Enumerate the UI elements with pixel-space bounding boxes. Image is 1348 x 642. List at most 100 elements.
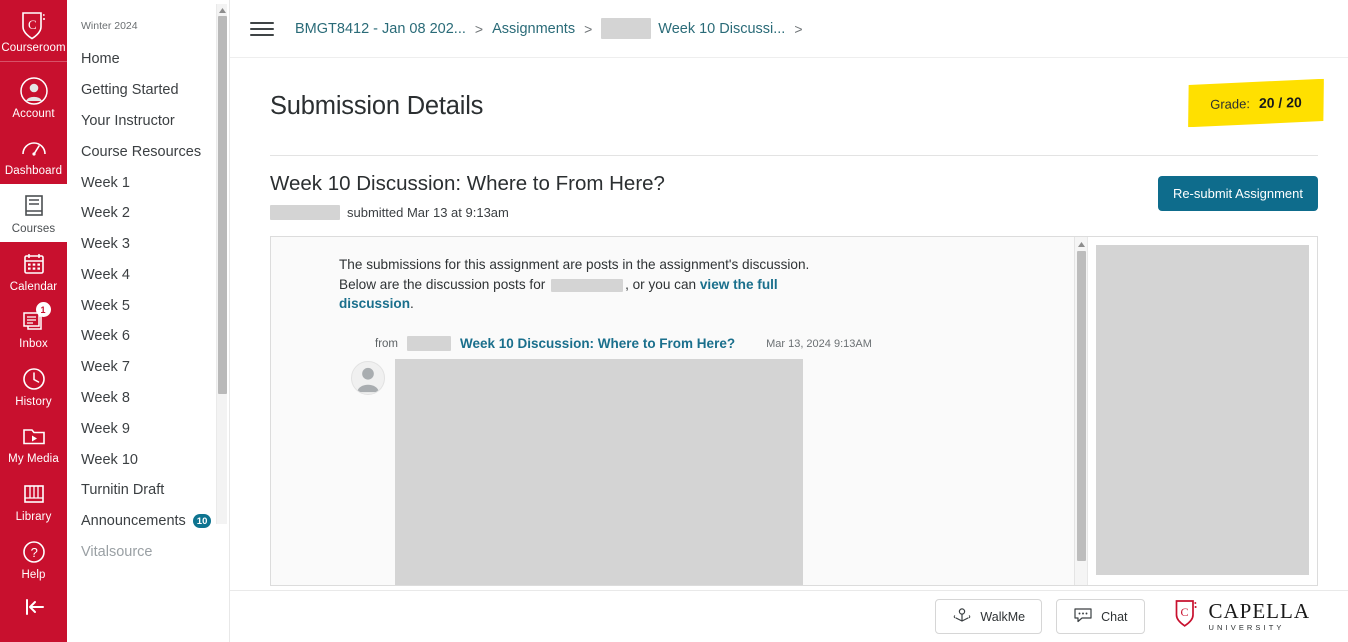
- walkme-button[interactable]: WalkMe: [935, 599, 1043, 634]
- breadcrumb-separator-icon: >: [474, 20, 484, 37]
- course-nav-item-week-5[interactable]: Week 5: [67, 290, 229, 321]
- grade-highlight-badge: Grade: 20 / 20: [1188, 79, 1324, 128]
- capella-university-logo: C CAPELLA UNIVERSITY: [1173, 598, 1311, 635]
- global-nav-courses[interactable]: Courses: [0, 183, 67, 242]
- discussion-post-body: [339, 359, 1074, 585]
- svg-text:?: ?: [30, 545, 37, 560]
- user-circle-icon: [19, 76, 49, 106]
- course-nav-item-week-6[interactable]: Week 6: [67, 321, 229, 352]
- global-nav-label: My Media: [8, 453, 59, 466]
- intro-part-2: , or you can: [625, 276, 697, 292]
- course-nav-label: Course Resources: [81, 143, 202, 160]
- course-nav-item-your-instructor[interactable]: Your Instructor: [67, 106, 229, 137]
- breadcrumb-redacted-block: [601, 18, 652, 39]
- page-title: Submission Details: [270, 92, 484, 120]
- hamburger-menu-icon[interactable]: [250, 19, 274, 39]
- clock-icon: [19, 364, 49, 394]
- course-nav-label: Home: [81, 51, 120, 68]
- global-nav-dashboard[interactable]: Dashboard: [0, 126, 67, 184]
- global-nav-help[interactable]: ? Help: [0, 530, 67, 588]
- course-navigation-menu: Winter 2024 Home Getting Started Your In…: [67, 0, 230, 642]
- scroll-up-arrow-icon[interactable]: [1076, 239, 1087, 250]
- course-nav-label: Getting Started: [81, 82, 179, 99]
- announcements-badge: 10: [192, 514, 212, 529]
- global-nav-label: Calendar: [9, 280, 58, 293]
- course-nav-item-week-10[interactable]: Week 10: [67, 444, 229, 475]
- course-nav-label: Week 6: [81, 328, 130, 345]
- main-content-area: BMGT8412 - Jan 08 202... > Assignments >…: [230, 0, 1348, 642]
- global-nav-label: Help: [21, 568, 46, 581]
- breadcrumb: BMGT8412 - Jan 08 202... > Assignments >…: [230, 0, 1348, 58]
- submitted-text: submitted Mar 13 at 9:13am: [347, 205, 509, 220]
- scroll-up-arrow-icon[interactable]: [217, 5, 228, 16]
- global-nav-calendar[interactable]: Calendar: [0, 242, 67, 300]
- course-nav-item-course-resources[interactable]: Course Resources: [67, 136, 229, 167]
- submitted-line: submitted Mar 13 at 9:13am: [270, 205, 665, 220]
- discussion-post-title-link[interactable]: Week 10 Discussion: Where to From Here?: [460, 336, 735, 351]
- submission-details-page: C Courseroom Account Dashboard Courses C…: [0, 0, 1348, 642]
- grade-value: 20 / 20: [1258, 94, 1302, 111]
- course-nav-item-week-3[interactable]: Week 3: [67, 229, 229, 260]
- chat-button[interactable]: Chat: [1056, 599, 1145, 634]
- global-nav-account[interactable]: Account: [0, 62, 67, 127]
- course-nav-item-home[interactable]: Home: [67, 44, 229, 75]
- discussion-preview: The submissions for this assignment are …: [271, 237, 1074, 585]
- course-nav-item-announcements[interactable]: Announcements 10: [67, 506, 229, 537]
- course-nav-item-vitalsource[interactable]: Vitalsource: [67, 537, 229, 568]
- course-nav-scrollbar-thumb[interactable]: [218, 16, 227, 394]
- default-avatar-icon: [351, 361, 385, 396]
- global-nav-my-media[interactable]: My Media: [0, 414, 67, 472]
- global-navigation-sidebar: C Courseroom Account Dashboard Courses C…: [0, 0, 67, 642]
- global-nav-inbox[interactable]: 1 Inbox: [0, 299, 67, 357]
- global-nav-label: Inbox: [19, 338, 48, 351]
- global-nav-label: Courses: [11, 222, 56, 235]
- svg-text:C: C: [1180, 605, 1188, 619]
- course-nav-label: Week 1: [81, 174, 130, 191]
- course-nav-label: Turnitin Draft: [81, 482, 165, 499]
- global-nav-courseroom[interactable]: C Courseroom: [0, 0, 67, 61]
- capella-subtitle: UNIVERSITY: [1208, 623, 1285, 633]
- global-nav-history[interactable]: History: [0, 357, 67, 415]
- course-nav-item-turnitin-draft[interactable]: Turnitin Draft: [67, 475, 229, 506]
- course-nav-label: Week 8: [81, 389, 130, 406]
- course-nav-item-week-9[interactable]: Week 9: [67, 413, 229, 444]
- inbox-icon: 1: [19, 302, 51, 336]
- submission-preview-panel: The submissions for this assignment are …: [270, 236, 1318, 586]
- preview-scrollbar-thumb[interactable]: [1077, 251, 1086, 561]
- course-nav-label: Announcements: [81, 513, 186, 530]
- course-nav-label: Your Instructor: [81, 112, 175, 129]
- course-nav-label: Week 3: [81, 236, 130, 253]
- page-footer: WalkMe Chat C CAPELLA UNIVERSITY: [230, 590, 1348, 642]
- course-nav-item-week-4[interactable]: Week 4: [67, 259, 229, 290]
- resubmit-assignment-button[interactable]: Re-submit Assignment: [1157, 176, 1318, 211]
- global-nav-library[interactable]: Library: [0, 472, 67, 530]
- shield-logo-icon: C: [19, 10, 49, 40]
- breadcrumb-assignments-link[interactable]: Assignments: [492, 21, 575, 37]
- post-content-redacted-block: [395, 359, 803, 585]
- inbox-badge: 1: [35, 302, 51, 318]
- preview-side-panel: [1087, 237, 1317, 585]
- course-nav-label: Week 9: [81, 420, 130, 437]
- course-nav-item-week-8[interactable]: Week 8: [67, 383, 229, 414]
- breadcrumb-page-link[interactable]: Week 10 Discussi...: [658, 21, 785, 37]
- course-nav-item-week-7[interactable]: Week 7: [67, 352, 229, 383]
- grade-label: Grade:: [1210, 95, 1250, 112]
- student-name-redacted-block: [270, 205, 340, 220]
- preview-scrollbar[interactable]: [1074, 237, 1087, 585]
- collapse-left-icon[interactable]: [0, 596, 67, 618]
- course-nav-item-getting-started[interactable]: Getting Started: [67, 75, 229, 106]
- course-nav-item-week-1[interactable]: Week 1: [67, 167, 229, 198]
- discussion-intro-text: The submissions for this assignment are …: [339, 255, 839, 314]
- intro-redacted-name: [551, 278, 624, 292]
- global-nav-label: History: [15, 395, 52, 408]
- course-nav-scrollbar[interactable]: [216, 4, 227, 524]
- course-nav-label: Week 5: [81, 297, 130, 314]
- course-nav-label: Week 2: [81, 205, 130, 222]
- walkme-icon: [952, 607, 972, 626]
- submission-details-content: Submission Details Grade: 20 / 20 Week 1…: [230, 58, 1348, 586]
- discussion-post-date: Mar 13, 2024 9:13AM: [766, 337, 872, 350]
- breadcrumb-course-link[interactable]: BMGT8412 - Jan 08 202...: [295, 21, 466, 37]
- breadcrumb-separator-icon: >: [584, 20, 593, 37]
- course-nav-item-week-2[interactable]: Week 2: [67, 198, 229, 229]
- course-nav-label: Week 10: [81, 451, 138, 468]
